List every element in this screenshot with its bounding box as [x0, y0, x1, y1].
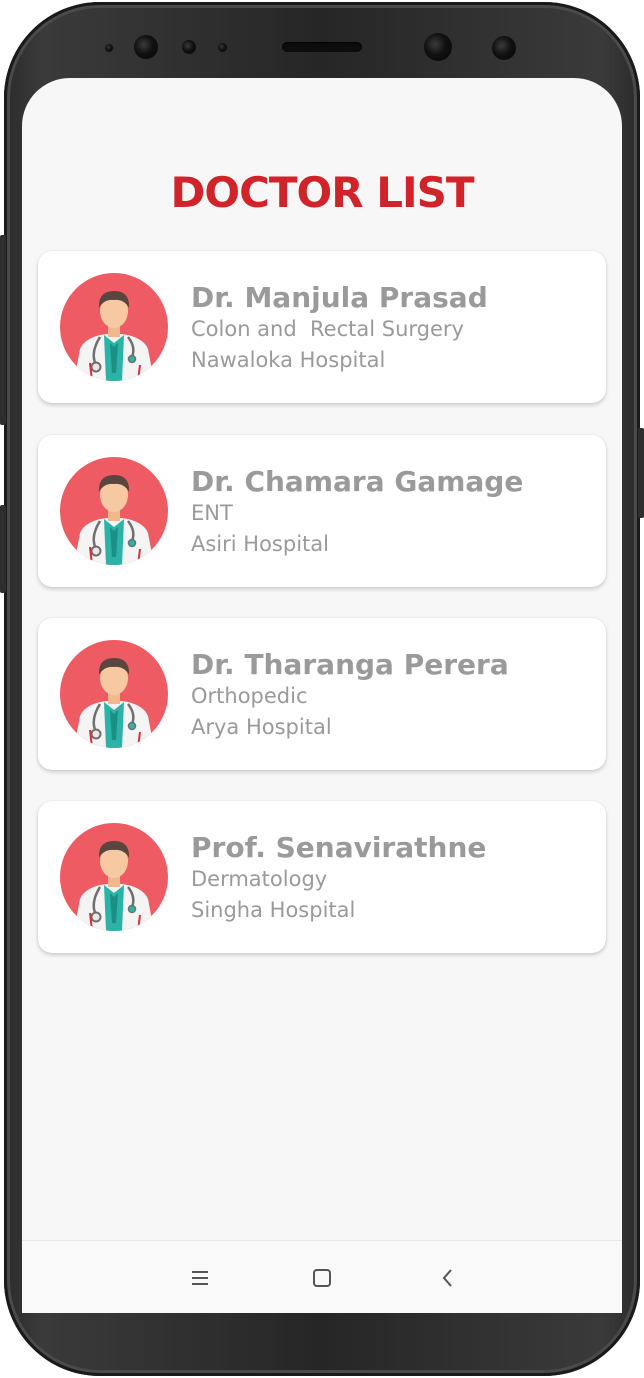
volume-button [0, 235, 6, 425]
doctor-hospital: Asiri Hospital [191, 532, 329, 556]
page-title: DOCTOR LIST [170, 168, 475, 217]
doctor-specialty: ENT [191, 501, 233, 525]
doctor-specialty: Colon and Rectal Surgery [191, 317, 464, 341]
doctor-hospital: Singha Hospital [191, 898, 356, 922]
doctor-name: Dr. Tharanga Perera [191, 648, 509, 681]
doctor-card[interactable]: Dr. Tharanga Perera Orthopedic Arya Hosp… [38, 618, 606, 770]
iris-led [492, 36, 516, 60]
doctor-avatar-icon [60, 457, 168, 565]
sensor-dot [105, 44, 113, 52]
iris-camera [424, 33, 452, 61]
proximity-sensor [182, 40, 196, 54]
recent-apps-icon[interactable] [185, 1263, 215, 1293]
doctor-avatar-icon [60, 823, 168, 931]
doctor-specialty: Orthopedic [191, 684, 308, 708]
doctor-avatar-icon [60, 640, 168, 748]
front-camera [134, 35, 158, 59]
doctor-specialty: Dermatology [191, 867, 328, 891]
doctor-hospital: Arya Hospital [191, 715, 332, 739]
doctor-card[interactable]: Dr. Chamara Gamage ENT Asiri Hospital [38, 435, 606, 587]
earpiece-speaker [282, 42, 362, 52]
bixby-button [0, 505, 6, 593]
doctor-card[interactable]: Dr. Manjula Prasad Colon and Rectal Surg… [38, 251, 606, 403]
doctor-name: Dr. Manjula Prasad [191, 281, 488, 314]
system-navigation-bar [22, 1240, 622, 1313]
doctor-name: Dr. Chamara Gamage [191, 465, 524, 498]
light-sensor [218, 43, 227, 52]
back-icon[interactable] [433, 1263, 463, 1293]
home-icon[interactable] [307, 1263, 337, 1293]
doctor-avatar-icon [60, 273, 168, 381]
power-button [638, 428, 644, 518]
doctor-card[interactable]: Prof. Senavirathne Dermatology Singha Ho… [38, 801, 606, 953]
doctor-hospital: Nawaloka Hospital [191, 348, 386, 372]
doctor-name: Prof. Senavirathne [191, 831, 487, 864]
